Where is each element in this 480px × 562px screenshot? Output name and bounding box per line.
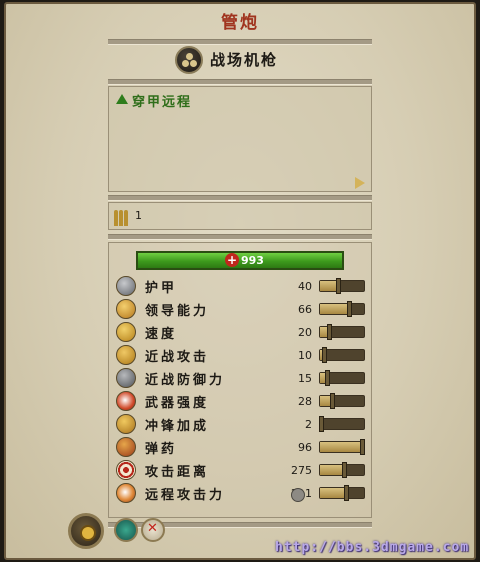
stat-value: 28 bbox=[298, 395, 312, 408]
stat-label: 冲锋加成 bbox=[145, 419, 210, 434]
title-divider bbox=[108, 39, 372, 45]
unit-portrait-button[interactable] bbox=[68, 513, 104, 549]
stat-value: 96 bbox=[298, 441, 312, 454]
stat-bar bbox=[319, 462, 365, 478]
leadership-icon bbox=[116, 299, 136, 319]
stat-row-armor[interactable]: 护甲 40 bbox=[112, 275, 372, 298]
stat-bar-handle bbox=[342, 462, 348, 478]
stat-bar bbox=[319, 485, 365, 501]
stat-bar-handle bbox=[347, 301, 353, 317]
ability-divider bbox=[108, 195, 372, 201]
stat-value: 40 bbox=[298, 280, 312, 293]
panel-title: 管炮 bbox=[221, 13, 259, 33]
stat-bar bbox=[319, 393, 365, 409]
stat-bar bbox=[319, 278, 365, 294]
stat-bar bbox=[319, 439, 366, 455]
stat-bar bbox=[319, 324, 365, 340]
arrow-right-icon[interactable] bbox=[355, 177, 365, 189]
ability-ring-icon bbox=[291, 488, 305, 502]
stat-bar-fill bbox=[320, 442, 363, 452]
red-cross-icon: + bbox=[225, 253, 239, 267]
unit-name: 战场机枪 bbox=[210, 51, 279, 69]
stat-bar-handle bbox=[318, 416, 324, 432]
stat-bar-handle bbox=[324, 370, 330, 386]
stat-value: 10 bbox=[298, 349, 312, 362]
stat-bar bbox=[319, 347, 365, 363]
speed-arrow-icon bbox=[116, 322, 136, 342]
disband-button[interactable] bbox=[141, 518, 165, 542]
stat-row-melee-attack[interactable]: 近战攻击 10 bbox=[112, 344, 372, 367]
stat-value: 2 bbox=[305, 418, 312, 431]
stat-bar-fill bbox=[320, 465, 345, 475]
stat-label: 攻击距离 bbox=[145, 465, 210, 480]
stat-row-ammunition[interactable]: 弹药 96 bbox=[112, 436, 372, 459]
stat-row-missile-strength[interactable]: 远程攻击力 211 bbox=[112, 482, 372, 505]
melee-defense-icon bbox=[116, 368, 136, 388]
stat-bar-fill bbox=[320, 304, 350, 314]
stat-label: 近战防御力 bbox=[145, 373, 226, 388]
health-bar bbox=[136, 251, 344, 270]
charge-bonus-icon bbox=[116, 414, 136, 434]
stat-bar-handle bbox=[360, 439, 366, 455]
ability-triangle-icon bbox=[116, 94, 128, 104]
stat-value: 66 bbox=[298, 303, 312, 316]
watermark-text: http://bbs.3dmgame.com bbox=[275, 540, 470, 555]
stat-bar-handle bbox=[335, 278, 341, 294]
ammunition-icon bbox=[116, 437, 136, 457]
stat-row-speed[interactable]: 速度 20 bbox=[112, 321, 372, 344]
stat-row-charge-bonus[interactable]: 冲锋加成 2 bbox=[112, 413, 372, 436]
stat-bar-fill bbox=[320, 488, 347, 498]
guard-mode-button[interactable] bbox=[114, 518, 138, 542]
stat-row-leadership[interactable]: 领导能力 66 bbox=[112, 298, 372, 321]
stat-label: 近战攻击 bbox=[145, 350, 210, 365]
health-value: 993 bbox=[241, 254, 264, 267]
unit-divider bbox=[108, 79, 372, 85]
armor-icon bbox=[116, 276, 136, 296]
stat-row-weapon-strength[interactable]: 武器强度 28 bbox=[112, 390, 372, 413]
stat-bar-handle bbox=[326, 324, 332, 340]
ammo-divider bbox=[108, 234, 372, 240]
stat-value: 275 bbox=[291, 464, 312, 477]
stat-label: 护甲 bbox=[145, 281, 178, 296]
stat-label: 领导能力 bbox=[145, 304, 210, 319]
melee-attack-icon bbox=[116, 345, 136, 365]
range-target-icon bbox=[116, 460, 136, 480]
ammo-count: 1 bbox=[135, 209, 142, 222]
stat-bar bbox=[318, 416, 365, 432]
stat-value: 15 bbox=[298, 372, 312, 385]
ammo-bundle-icon bbox=[114, 206, 132, 226]
cannonball-stack-icon bbox=[175, 46, 203, 74]
ammo-panel bbox=[108, 202, 372, 230]
stat-row-melee-defense[interactable]: 近战防御力 15 bbox=[112, 367, 372, 390]
missile-strength-icon bbox=[116, 483, 136, 503]
stat-label: 速度 bbox=[145, 327, 178, 342]
ability-label[interactable]: 穿甲远程 bbox=[132, 91, 192, 110]
stat-row-range[interactable]: 攻击距离 275 bbox=[112, 459, 372, 482]
stat-value: 20 bbox=[298, 326, 312, 339]
stat-label: 弹药 bbox=[145, 442, 178, 457]
stat-bar-handle bbox=[322, 347, 328, 363]
stat-label: 远程攻击力 bbox=[145, 488, 226, 503]
stat-label: 武器强度 bbox=[145, 396, 210, 411]
stat-bar bbox=[319, 370, 365, 386]
stat-bar-handle bbox=[344, 485, 350, 501]
weapon-strength-icon bbox=[116, 391, 136, 411]
stat-bar bbox=[319, 301, 365, 317]
stat-bar-handle bbox=[330, 393, 336, 409]
